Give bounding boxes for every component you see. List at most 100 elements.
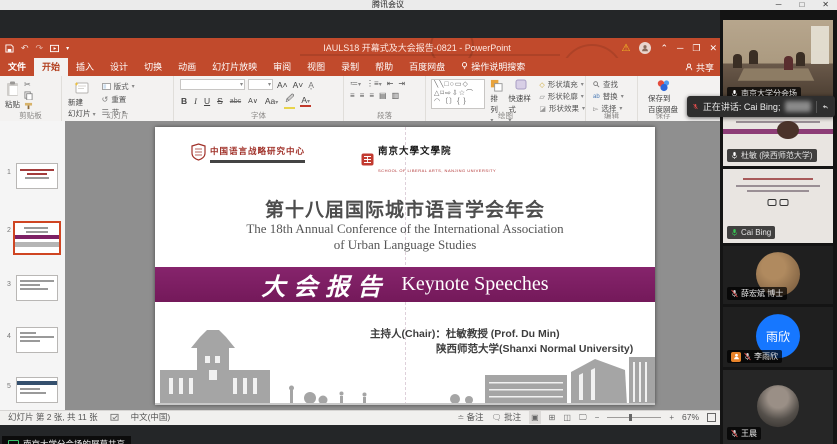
qat-dropdown-icon[interactable]: ▾: [66, 45, 69, 52]
shapes-gallery[interactable]: ╲╲□○▭◇△⌑⇨⇩☆⌒◠〔〕{ }: [431, 79, 485, 109]
bold-button[interactable]: B: [180, 96, 188, 106]
numbering-button[interactable]: ⋮≡▾: [366, 79, 382, 88]
tab-view[interactable]: 视图: [299, 58, 333, 76]
participant-tile[interactable]: 薛宏斌 博士: [723, 246, 833, 304]
window-restore-icon[interactable]: ❐: [692, 43, 700, 54]
tab-file[interactable]: 文件: [0, 58, 34, 76]
font-name-combobox[interactable]: ▾: [180, 79, 245, 90]
slide-thumbnail[interactable]: [16, 275, 58, 301]
window-minimize-icon[interactable]: ─: [677, 43, 683, 53]
share-button[interactable]: 共享: [685, 58, 714, 76]
tab-insert[interactable]: 插入: [68, 58, 102, 76]
format-painter-icon[interactable]: [24, 102, 33, 110]
shrink-font-button[interactable]: A˅: [292, 80, 305, 90]
window-close-icon[interactable]: ✕: [709, 43, 717, 54]
participant-tile[interactable]: 雨欣 李雨欣: [723, 307, 833, 367]
language-indicator[interactable]: 中文(中国): [131, 411, 171, 424]
speaking-notification-toast[interactable]: 正在讲话: Cai Bing;: [687, 96, 835, 117]
reset-button[interactable]: ↺重置: [102, 94, 135, 105]
seal-logo-icon: [361, 153, 374, 166]
participant-tile[interactable]: 南京大学分会场: [723, 20, 833, 104]
minimize-icon[interactable]: ─: [776, 0, 782, 10]
participant-label: 薛宏斌 博士: [727, 287, 787, 300]
slide-thumbnail[interactable]: [16, 327, 58, 353]
font-size-combobox[interactable]: ▾: [248, 79, 273, 90]
align-center-button[interactable]: ≡: [360, 91, 365, 100]
tab-animations[interactable]: 动画: [170, 58, 204, 76]
zoom-slider-thumb[interactable]: [629, 414, 632, 421]
zoom-in-button[interactable]: +: [669, 411, 674, 424]
columns-button[interactable]: ▥: [392, 91, 400, 100]
change-case-button[interactable]: Aa▾: [264, 96, 279, 106]
notes-toggle[interactable]: ≐ 备注: [457, 411, 483, 424]
slideshow-icon[interactable]: [50, 44, 59, 53]
chair-text: 主持人(Chair)：杜敏教授 (Prof. Du Min) 陕西师范大学(Sh…: [370, 327, 633, 357]
current-slide[interactable]: 中国语言战略研究中心 南京大學文學院 SCHOOL OF LIBERAL ART…: [155, 127, 655, 405]
strikethrough-button[interactable]: S: [216, 96, 224, 106]
fit-to-window-icon[interactable]: [707, 413, 716, 422]
normal-view-button[interactable]: ▣: [529, 411, 541, 424]
cut-icon[interactable]: ✂: [24, 80, 33, 89]
bullets-button[interactable]: ≔▾: [350, 79, 361, 88]
increase-indent-button[interactable]: ⇥: [398, 79, 405, 88]
shape-fill-button[interactable]: ◇形状填充▾: [539, 79, 585, 90]
tab-design[interactable]: 设计: [102, 58, 136, 76]
account-avatar[interactable]: [639, 42, 651, 54]
replace-button[interactable]: ab替换▾: [593, 91, 624, 102]
thumbnail-number: 4: [7, 333, 11, 340]
italic-button[interactable]: I: [193, 96, 198, 106]
participant-tile[interactable]: 王晨: [723, 370, 833, 444]
tab-review[interactable]: 审阅: [265, 58, 299, 76]
tab-transitions[interactable]: 切换: [136, 58, 170, 76]
banner-english: Keynote Speeches: [401, 273, 548, 296]
undo-icon[interactable]: ↶: [21, 43, 29, 54]
find-button[interactable]: 查找: [593, 79, 618, 90]
comments-toggle[interactable]: 🗨 批注: [492, 411, 522, 424]
slide-editing-canvas[interactable]: 中国语言战略研究中心 南京大學文學院 SCHOOL OF LIBERAL ART…: [65, 121, 720, 410]
redo-icon[interactable]: ↷: [36, 43, 44, 54]
warning-icon[interactable]: ⚠: [621, 43, 630, 54]
tab-baidu-netdisk[interactable]: 百度网盘: [401, 58, 453, 76]
zoom-out-button[interactable]: −: [595, 411, 600, 424]
align-left-button[interactable]: ≡: [350, 91, 355, 100]
font-color-button[interactable]: A▾: [300, 95, 311, 107]
align-right-button[interactable]: ≡: [369, 91, 374, 100]
layout-button[interactable]: 版式▾: [102, 81, 135, 92]
clear-strike-button[interactable]: abc: [229, 98, 242, 105]
maximize-icon[interactable]: □: [799, 0, 804, 10]
tab-home[interactable]: 开始: [34, 58, 68, 76]
shape-outline-button[interactable]: ▱形状轮廓▾: [539, 91, 585, 102]
zoom-slider[interactable]: [607, 417, 661, 418]
slide-thumbnail-selected[interactable]: [13, 221, 61, 255]
grow-font-button[interactable]: A˄: [276, 80, 289, 90]
reply-arrow-icon[interactable]: [822, 102, 829, 112]
reading-view-button[interactable]: ◫: [563, 411, 571, 424]
slide-thumbnail[interactable]: [16, 377, 58, 403]
meeting-window-titlebar: 腾讯会议 ─ □ ✕: [0, 0, 837, 10]
spellcheck-icon[interactable]: [110, 413, 119, 422]
underline-button[interactable]: U: [203, 96, 211, 106]
slideshow-view-button[interactable]: 🖵: [579, 411, 587, 424]
character-spacing-button[interactable]: A∨: [247, 97, 259, 105]
close-icon[interactable]: ✕: [822, 0, 829, 10]
tab-slideshow[interactable]: 幻灯片放映: [204, 58, 265, 76]
tab-help[interactable]: 帮助: [367, 58, 401, 76]
banner-chinese: 大会报告: [261, 267, 389, 302]
tab-record[interactable]: 录制: [333, 58, 367, 76]
slide-thumbnail[interactable]: [16, 163, 58, 189]
text-highlight-button[interactable]: 🖉: [284, 93, 295, 109]
paste-button[interactable]: 粘贴: [5, 78, 20, 110]
participant-tile-active-speaker[interactable]: Cai Bing: [723, 169, 833, 243]
decrease-indent-button[interactable]: ⇤: [387, 79, 394, 88]
slide-sorter-view-button[interactable]: ⊞: [549, 411, 556, 424]
justify-button[interactable]: ▤: [379, 91, 387, 100]
copy-icon[interactable]: [24, 91, 33, 100]
ribbon-display-options-icon[interactable]: ⌃: [660, 43, 668, 54]
slide-title-chinese: 第十八届国际城市语言学会年会: [155, 195, 655, 222]
zoom-percentage[interactable]: 67%: [682, 411, 699, 424]
new-slide-icon: [74, 81, 90, 96]
save-icon[interactable]: [5, 44, 14, 53]
clear-formatting-button[interactable]: Ḁ: [307, 80, 315, 90]
slide-thumbnail-panel: 1 2 3 4 5 6: [0, 121, 66, 410]
tab-tell-me[interactable]: 操作说明搜索: [453, 58, 533, 76]
